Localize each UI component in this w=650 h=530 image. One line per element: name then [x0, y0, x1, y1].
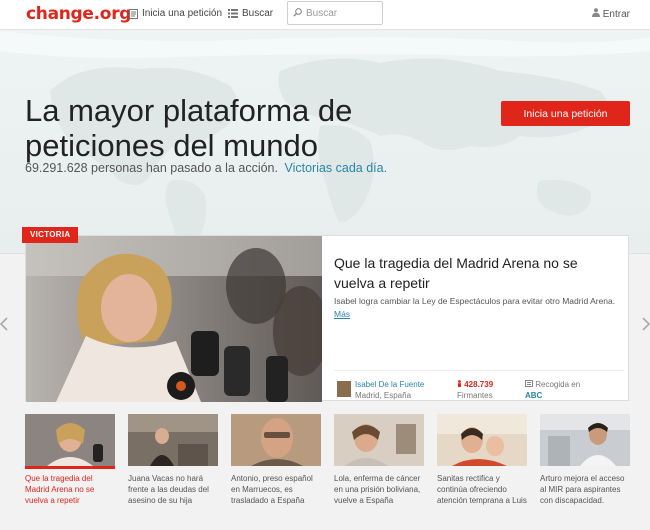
newspaper-icon: [525, 380, 535, 389]
search-input[interactable]: [306, 7, 376, 19]
hero-title: La mayor plataforma de peticiones del mu…: [25, 93, 353, 163]
list-icon: [228, 9, 238, 18]
more-link[interactable]: Más: [334, 309, 350, 319]
thumbnail-caption[interactable]: Antonio, preso español en Marruecos, es …: [231, 473, 321, 506]
thumbnail-photo[interactable]: [231, 414, 321, 466]
featured-meta: Isabel De la Fuente Madrid, España 428.7…: [334, 370, 624, 402]
press-label: Recogida en: [535, 380, 581, 389]
thumbnail-caption[interactable]: Que la tragedia del Madrid Arena no se v…: [25, 473, 115, 506]
hero-section: La mayor plataforma de peticiones del mu…: [0, 31, 650, 253]
thumbnail-item[interactable]: Que la tragedia del Madrid Arena no se v…: [25, 414, 115, 506]
featured-petition-card[interactable]: Que la tragedia del Madrid Arena no se v…: [25, 235, 629, 402]
search-icon: [293, 4, 302, 22]
user-icon: [591, 8, 600, 20]
document-icon: [129, 8, 138, 19]
hero-stats: 69.291.628 personas han pasado a la acci…: [25, 161, 387, 175]
signers-info: 428.739 Firmantes: [457, 379, 493, 401]
thumbnail-photo[interactable]: [334, 414, 424, 466]
thumbnail-item[interactable]: Lola, enferma de cáncer en una prisión b…: [334, 414, 424, 506]
author-name[interactable]: Isabel De la Fuente: [355, 379, 424, 390]
thumbnail-caption[interactable]: Juana Vacas no hará frente a las deudas …: [128, 473, 218, 506]
press-source[interactable]: ABC: [525, 390, 580, 401]
thumbnail-caption[interactable]: Lola, enferma de cáncer en una prisión b…: [334, 473, 424, 506]
featured-photo[interactable]: [26, 236, 322, 402]
login-link[interactable]: Entrar: [591, 8, 630, 20]
victories-link[interactable]: Victorias cada día.: [284, 161, 387, 175]
author-location: Madrid, España: [355, 391, 412, 400]
thumbnail-caption[interactable]: Sanitas rectifica y continúa ofreciendo …: [437, 473, 527, 506]
nav-search[interactable]: Buscar: [228, 8, 273, 19]
logo[interactable]: change.org: [26, 4, 131, 24]
chevron-left-icon[interactable]: [0, 317, 8, 336]
thumbnail-item[interactable]: Juana Vacas no hará frente a las deudas …: [128, 414, 218, 506]
nav-start-label: Inicia una petición: [142, 8, 223, 19]
search-box[interactable]: [287, 1, 383, 25]
featured-description: Isabel logra cambiar la Ley de Espectácu…: [334, 295, 616, 321]
thumbnail-photo[interactable]: [540, 414, 630, 466]
top-bar: change.org Inicia una petición Buscar En…: [0, 0, 650, 30]
chevron-right-icon[interactable]: [642, 317, 650, 336]
featured-description-text: Isabel logra cambiar la Ley de Espectácu…: [334, 296, 616, 306]
thumbnail-photo[interactable]: [25, 414, 115, 469]
thumbnail-caption[interactable]: Arturo mejora el acceso al MIR para aspi…: [540, 473, 630, 506]
login-label: Entrar: [602, 8, 630, 20]
thumbnail-item[interactable]: Sanitas rectifica y continúa ofreciendo …: [437, 414, 527, 506]
author-avatar: [337, 381, 351, 397]
stats-text: 69.291.628 personas han pasado a la acci…: [25, 161, 278, 175]
nav-start-petition[interactable]: Inicia una petición: [129, 8, 222, 19]
signers-count: 428.739: [457, 379, 493, 390]
press-label-row: Recogida en: [525, 379, 580, 390]
nav-search-label: Buscar: [242, 8, 274, 19]
press-info: Recogida en ABC: [525, 379, 580, 401]
thumbnail-item[interactable]: Antonio, preso español en Marruecos, es …: [231, 414, 321, 506]
featured-text: Que la tragedia del Madrid Arena no se v…: [334, 236, 624, 402]
thumbnail-photo[interactable]: [128, 414, 218, 466]
signers-count-value: 428.739: [464, 380, 494, 389]
thumbnail-item[interactable]: Arturo mejora el acceso al MIR para aspi…: [540, 414, 630, 506]
signers-label: Firmantes: [457, 391, 493, 400]
start-petition-button[interactable]: Inicia una petición: [501, 101, 630, 126]
author-info: Isabel De la Fuente Madrid, España: [355, 379, 424, 401]
victory-badge: VICTORIA: [22, 227, 79, 243]
thumbnail-photo[interactable]: [437, 414, 527, 466]
featured-title[interactable]: Que la tragedia del Madrid Arena no se v…: [334, 253, 616, 293]
